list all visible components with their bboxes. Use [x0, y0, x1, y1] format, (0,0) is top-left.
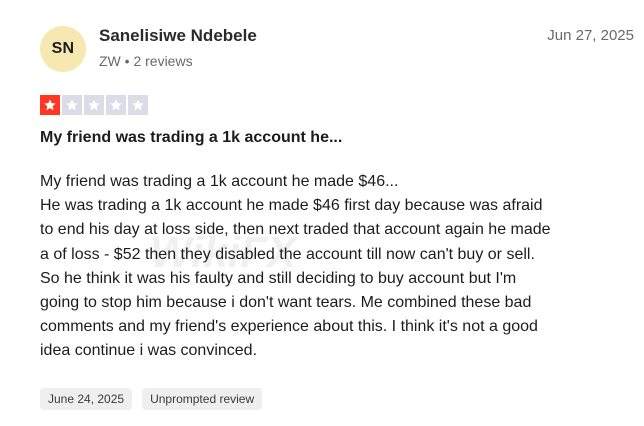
reviewer-name[interactable]: Sanelisiwe Ndebele	[99, 26, 257, 46]
review-body-line: going to stop him because i don't want t…	[40, 294, 532, 312]
review-body-line: to end his day at loss side, then next t…	[40, 221, 551, 239]
star-icon	[106, 95, 126, 115]
review-body-line: idea continue i was convinced.	[40, 342, 258, 360]
avatar-initials: SN	[51, 40, 75, 57]
star-icon	[40, 95, 60, 115]
experience-date-tag: June 24, 2025	[40, 388, 133, 410]
review-body-line: a of loss - $52 then they disabled the a…	[40, 245, 535, 263]
review-type-tag: Unprompted review	[142, 388, 263, 410]
review-card: SN Sanelisiwe Ndebele ZW • 2 reviews Jun…	[0, 0, 644, 426]
star-icon	[84, 95, 104, 115]
avatar[interactable]: SN	[40, 26, 86, 72]
review-body-line: So he think it was his faulty and still …	[40, 269, 517, 287]
review-body: My friend was trading a 1k account he ma…	[40, 170, 638, 364]
star-icon	[62, 95, 82, 115]
review-date: Jun 27, 2025	[547, 27, 634, 44]
review-body-line: comments and my friend's experience abou…	[40, 318, 538, 336]
review-body-line: My friend was trading a 1k account he ma…	[40, 173, 399, 190]
star-icon	[128, 95, 148, 115]
star-rating	[40, 95, 148, 115]
review-tags: June 24, 2025 Unprompted review	[40, 388, 263, 410]
review-body-line: He was trading a 1k account he made $46 …	[40, 197, 543, 215]
review-title[interactable]: My friend was trading a 1k account he...	[40, 129, 342, 147]
reviewer-meta: ZW • 2 reviews	[99, 53, 193, 69]
